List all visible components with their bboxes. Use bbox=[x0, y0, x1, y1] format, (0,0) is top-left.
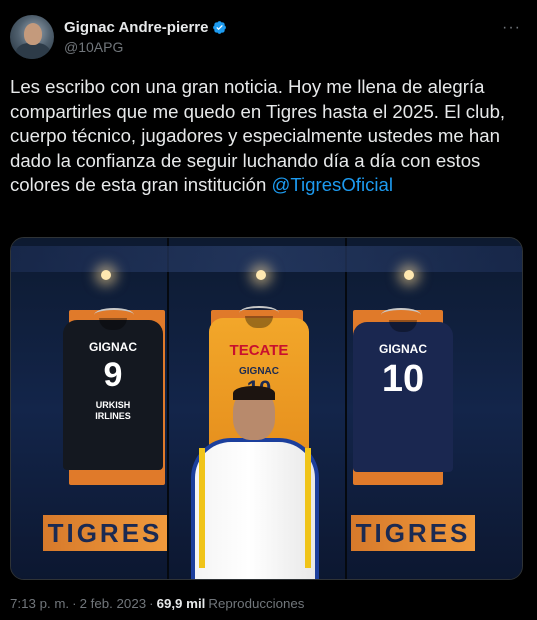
tweet-date[interactable]: 2 feb. 2023 bbox=[80, 596, 147, 611]
nameplate-right: TIGRES bbox=[351, 515, 475, 551]
author-avatar[interactable] bbox=[10, 15, 54, 59]
tweet-body: Les escribo con una gran noticia. Hoy me… bbox=[10, 76, 506, 195]
jersey-left-number: 9 bbox=[103, 356, 123, 394]
nameplate-left: TIGRES bbox=[43, 515, 167, 551]
jersey-right-number: 10 bbox=[381, 358, 425, 400]
jersey-collar bbox=[389, 320, 417, 332]
avatar-face bbox=[24, 23, 42, 45]
jacket-stripe-right bbox=[305, 448, 311, 568]
jersey-left-sponsor: URKISH IRLINES bbox=[95, 400, 131, 421]
tweet-header: Gignac Andre-pierre @10APG ··· bbox=[10, 14, 527, 60]
tweet-meta: 7:13 p. m. · 2 feb. 2023 · 69,9 mil Repr… bbox=[10, 596, 304, 611]
avatar-shirt bbox=[16, 43, 50, 59]
lamp-left bbox=[101, 270, 111, 280]
lamp-right bbox=[404, 270, 414, 280]
jersey-collar bbox=[245, 316, 273, 328]
jersey-center-sponsor: TECATE bbox=[229, 342, 289, 359]
verified-badge-icon[interactable] bbox=[212, 20, 227, 35]
player-jacket bbox=[191, 438, 319, 579]
author-name-row: Gignac Andre-pierre bbox=[64, 19, 227, 36]
jersey-left: GIGNAC 9 URKISH IRLINES bbox=[63, 318, 163, 470]
views-label: Reproducciones bbox=[208, 596, 305, 611]
author-display-name[interactable]: Gignac Andre-pierre bbox=[64, 19, 208, 36]
views-count: 69,9 mil bbox=[156, 596, 206, 611]
tweet-time[interactable]: 7:13 p. m. bbox=[10, 596, 69, 611]
tweet-text: Les escribo con una gran noticia. Hoy me… bbox=[10, 75, 530, 198]
tweet-media-photo[interactable]: GIGNAC 9 URKISH IRLINES TECATE GIGNAC 10… bbox=[10, 237, 523, 580]
author-handle[interactable]: @10APG bbox=[64, 39, 123, 55]
more-options-icon[interactable]: ··· bbox=[502, 20, 521, 36]
meta-separator: · bbox=[72, 596, 77, 611]
mention-link[interactable]: @TigresOficial bbox=[272, 174, 394, 195]
player-hair bbox=[233, 386, 275, 400]
jersey-right: GIGNAC 10 bbox=[353, 320, 453, 472]
lamp-center bbox=[256, 270, 266, 280]
jacket-stripe-left bbox=[199, 448, 205, 568]
meta-separator: · bbox=[149, 596, 154, 611]
jersey-collar bbox=[99, 318, 127, 330]
banner-decor bbox=[11, 246, 522, 272]
player-figure bbox=[191, 386, 319, 579]
jersey-left-name: GIGNAC bbox=[89, 340, 137, 354]
jersey-right-name: GIGNAC bbox=[379, 342, 427, 356]
